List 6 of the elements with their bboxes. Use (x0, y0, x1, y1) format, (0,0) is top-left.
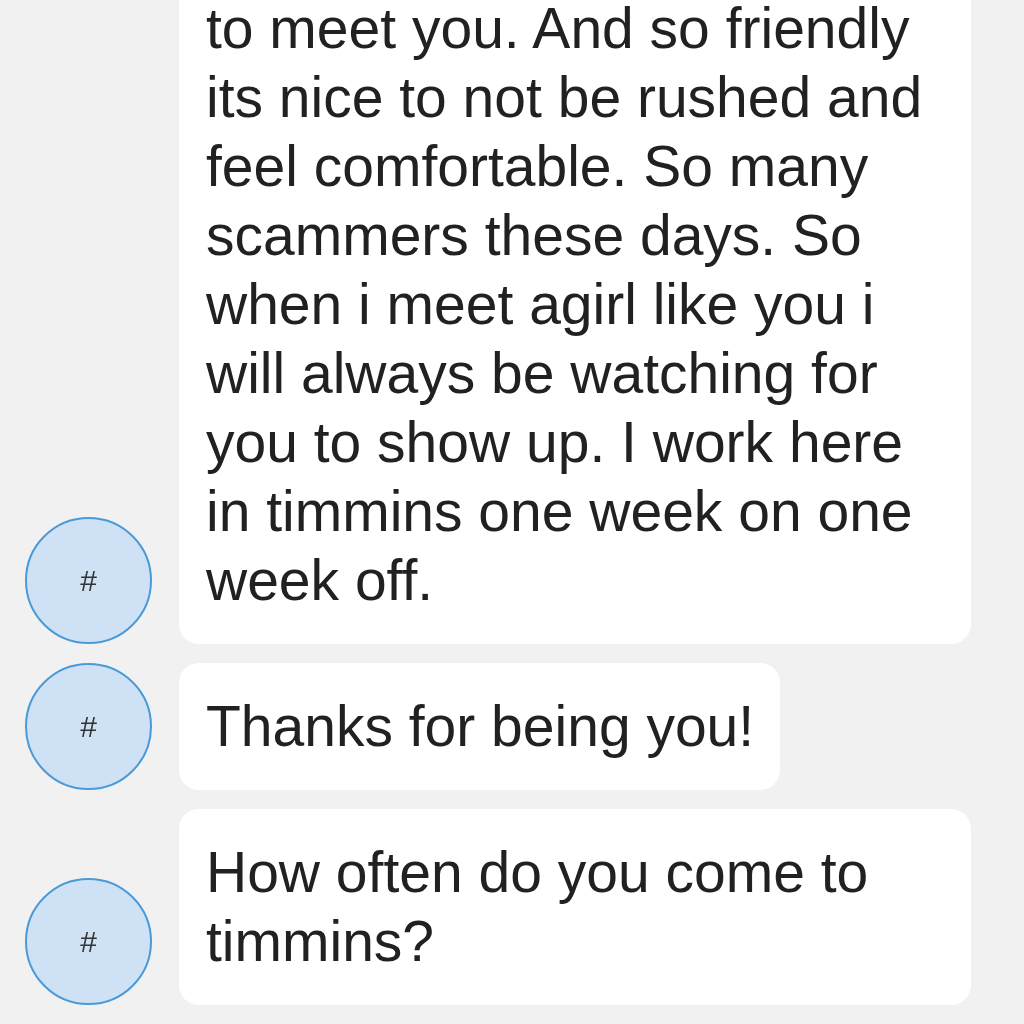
message-bubble: Thanks for being you! (179, 663, 781, 790)
message-bubble: to meet you. And so friendly its nice to not be rushed and feel comfortable. So many scammers these days. So when i meet agirl like you i will always be watching for you to show up. I work here in timmins one week on one week off. (179, 0, 971, 644)
avatar[interactable]: # (25, 517, 152, 644)
message-bubble: How often do you come to timmins? (179, 809, 971, 1005)
avatar[interactable]: # (25, 663, 152, 790)
avatar[interactable]: # (25, 878, 152, 1005)
